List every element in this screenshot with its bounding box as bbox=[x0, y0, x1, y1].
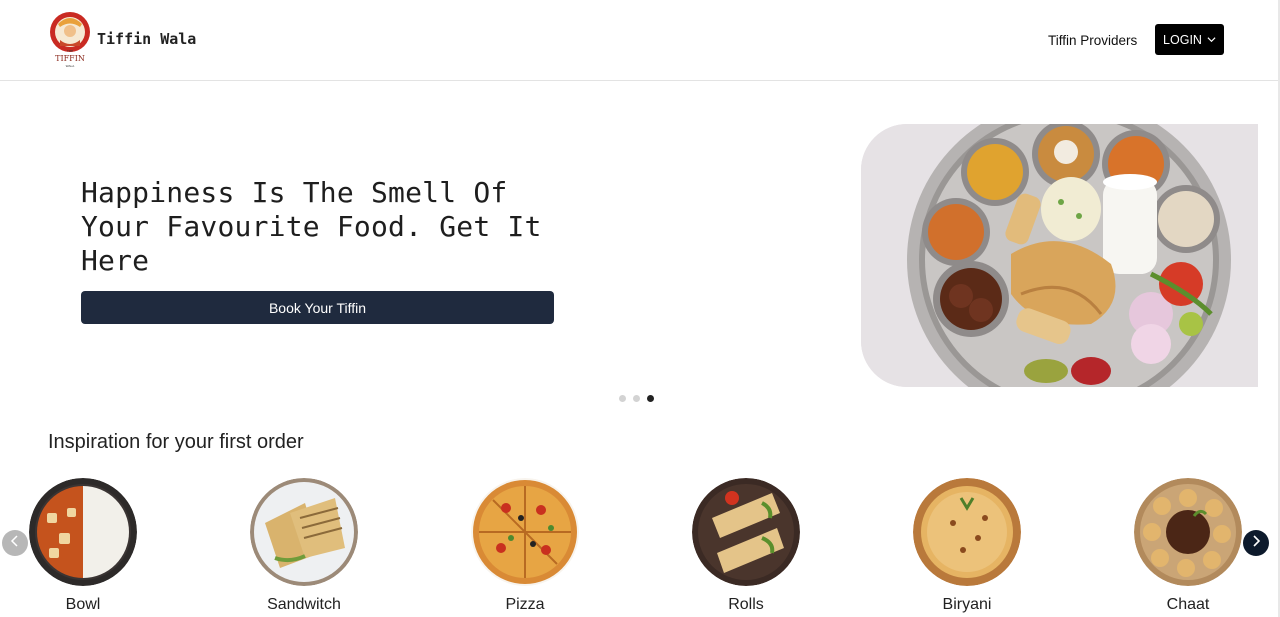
svg-text:THE: THE bbox=[66, 49, 73, 53]
food-label: Biryani bbox=[942, 596, 992, 613]
hero-thali-image bbox=[861, 124, 1258, 387]
nav-tiffin-providers[interactable]: Tiffin Providers bbox=[1048, 33, 1137, 48]
food-label: Sandwitch bbox=[267, 596, 341, 613]
sandwitch-image bbox=[250, 478, 358, 586]
login-button[interactable]: LOGIN bbox=[1155, 24, 1224, 55]
chevron-right-icon bbox=[1250, 534, 1262, 552]
site-header: THE TIFFIN WALA Tiffin Wala Tiffin Provi… bbox=[0, 0, 1280, 81]
chaat-image bbox=[1134, 478, 1242, 586]
login-label: LOGIN bbox=[1163, 32, 1202, 47]
food-label: Chaat bbox=[1166, 596, 1210, 613]
hero-headline: Happiness Is The Smell Of Your Favourite… bbox=[81, 176, 542, 277]
carousel-dot-active[interactable] bbox=[647, 395, 654, 402]
rolls-image bbox=[692, 478, 800, 586]
pizza-image bbox=[471, 478, 579, 586]
inspiration-title: Inspiration for your first order bbox=[48, 431, 304, 453]
food-item-sandwitch[interactable]: Sandwitch bbox=[250, 478, 358, 614]
prev-arrow-button[interactable] bbox=[2, 530, 28, 556]
carousel-dot[interactable] bbox=[619, 395, 626, 402]
food-item-pizza[interactable]: Pizza bbox=[471, 478, 579, 614]
food-item-chaat[interactable]: Chaat bbox=[1134, 478, 1242, 614]
svg-text:WALA: WALA bbox=[66, 64, 76, 68]
food-label: Rolls bbox=[728, 596, 764, 613]
svg-text:TIFFIN: TIFFIN bbox=[55, 54, 85, 63]
food-item-bowl[interactable]: Bowl bbox=[29, 478, 137, 614]
chevron-left-icon bbox=[9, 534, 21, 552]
food-item-rolls[interactable]: Rolls bbox=[692, 478, 800, 614]
next-arrow-button[interactable] bbox=[1243, 530, 1269, 556]
food-label: Bowl bbox=[65, 596, 101, 613]
brand-name[interactable]: Tiffin Wala bbox=[97, 30, 196, 48]
tiffin-wala-logo[interactable]: THE TIFFIN WALA bbox=[47, 10, 93, 70]
carousel-dot[interactable] bbox=[633, 395, 640, 402]
book-tiffin-button[interactable]: Book Your Tiffin bbox=[81, 291, 554, 324]
carousel-dots bbox=[619, 395, 654, 402]
biryani-image bbox=[913, 478, 1021, 586]
food-item-biryani[interactable]: Biryani bbox=[913, 478, 1021, 614]
chevron-down-icon bbox=[1207, 33, 1216, 47]
bowl-image bbox=[29, 478, 137, 586]
food-label: Pizza bbox=[505, 596, 545, 613]
